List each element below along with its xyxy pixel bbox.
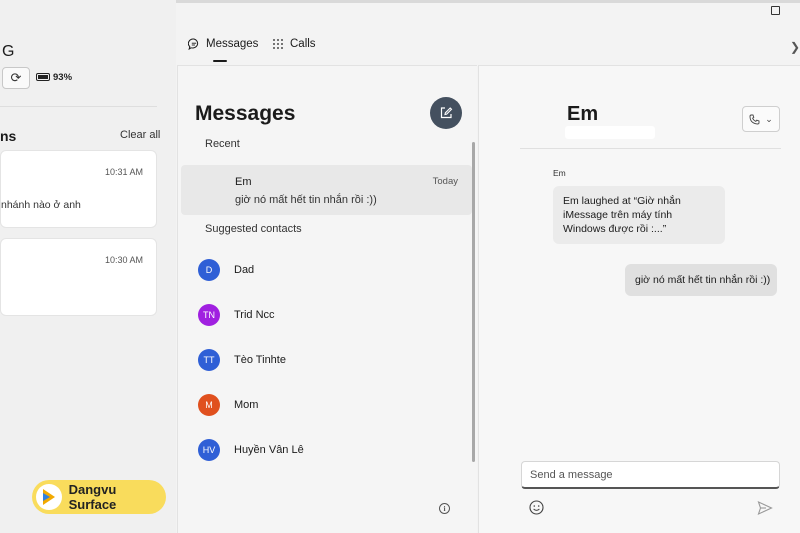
scrollbar[interactable] bbox=[472, 142, 475, 462]
divider bbox=[0, 106, 157, 107]
contact-item[interactable]: M Mom bbox=[198, 392, 258, 418]
contact-item[interactable]: HV Huyền Vân Lê bbox=[198, 437, 304, 463]
conversation-preview: giờ nó mất hết tin nhắn rồi :)) bbox=[235, 194, 377, 206]
notifications-panel: G ⟳ 93% ns Clear all 10:31 AM nhánh nào … bbox=[0, 0, 176, 533]
conversation-name: Em bbox=[235, 176, 252, 188]
new-message-button[interactable] bbox=[430, 97, 462, 129]
window-restore-icon[interactable] bbox=[771, 6, 780, 15]
contact-item[interactable]: TN Trid Ncc bbox=[198, 302, 275, 328]
conversation-panel: Em ⌄ Em Em laughed at “Giờ nhắn iMessage… bbox=[478, 65, 800, 533]
contact-name: Tèo Tinhte bbox=[234, 354, 286, 366]
tab-messages-label: Messages bbox=[206, 38, 259, 50]
contact-item[interactable]: D Dad bbox=[198, 257, 254, 283]
tab-calls-label: Calls bbox=[290, 38, 316, 50]
selected-tab-indicator bbox=[213, 60, 227, 62]
contact-item[interactable]: TT Tèo Tinhte bbox=[198, 347, 286, 373]
keypad-icon bbox=[273, 39, 283, 49]
avatar: TT bbox=[198, 349, 220, 371]
notification-card[interactable]: 10:31 AM nhánh nào ở anh bbox=[0, 150, 157, 228]
sender-label: Em bbox=[553, 168, 566, 178]
sync-button[interactable]: ⟳ bbox=[2, 67, 30, 89]
call-button[interactable]: ⌄ bbox=[742, 106, 780, 132]
sync-icon: ⟳ bbox=[10, 70, 22, 85]
emoji-icon[interactable] bbox=[529, 500, 544, 515]
battery-level: 93% bbox=[53, 72, 73, 83]
send-icon[interactable] bbox=[757, 500, 773, 516]
divider bbox=[520, 148, 781, 149]
contact-name: Dad bbox=[234, 264, 255, 276]
conversation-date: Today bbox=[432, 176, 458, 187]
contact-name: Huyền Vân Lê bbox=[234, 444, 304, 456]
notification-text: nhánh nào ở anh bbox=[1, 199, 81, 211]
chevron-right-icon[interactable]: ❯ bbox=[790, 40, 800, 54]
brand-logo-icon bbox=[36, 484, 62, 510]
tab-messages[interactable]: Messages bbox=[188, 38, 258, 50]
watermark-text: Dangvu Surface bbox=[68, 482, 117, 512]
conversation-item[interactable]: Em Today giờ nó mất hết tin nhắn rồi :)) bbox=[181, 165, 472, 215]
notifications-heading: ns bbox=[0, 128, 17, 144]
contact-name: Trid Ncc bbox=[234, 309, 275, 321]
chat-icon bbox=[188, 38, 199, 50]
compose-icon bbox=[440, 107, 453, 119]
notification-card[interactable]: 10:30 AM bbox=[0, 238, 157, 316]
watermark-badge: Dangvu Surface bbox=[32, 480, 166, 514]
battery-icon bbox=[36, 73, 50, 81]
incoming-message: Em laughed at “Giờ nhắn iMessage trên má… bbox=[553, 186, 725, 244]
conversation-title: Em bbox=[567, 103, 599, 125]
info-icon[interactable]: i bbox=[439, 503, 450, 514]
tab-calls[interactable]: Calls bbox=[272, 38, 316, 50]
notification-time: 10:31 AM bbox=[104, 167, 143, 177]
chevron-down-icon: ⌄ bbox=[765, 113, 773, 124]
contact-name: Mom bbox=[234, 399, 259, 411]
avatar: HV bbox=[198, 439, 220, 461]
avatar: D bbox=[198, 259, 220, 281]
notification-time: 10:30 AM bbox=[104, 255, 143, 265]
redacted-number bbox=[565, 126, 655, 139]
avatar: TN bbox=[198, 304, 220, 326]
device-title: G bbox=[2, 43, 15, 60]
page-title: Messages bbox=[195, 102, 296, 125]
avatar: M bbox=[198, 394, 220, 416]
outgoing-message: giờ nó mất hết tin nhắn rồi :)) bbox=[625, 264, 777, 296]
message-input[interactable] bbox=[521, 461, 780, 489]
suggested-contacts-label: Suggested contacts bbox=[205, 223, 302, 235]
recent-label: Recent bbox=[205, 138, 240, 150]
clear-all-button[interactable]: Clear all bbox=[120, 129, 160, 141]
phone-icon bbox=[749, 114, 760, 124]
messages-list-panel: Messages Recent Em Today giờ nó mất hết … bbox=[177, 65, 477, 533]
